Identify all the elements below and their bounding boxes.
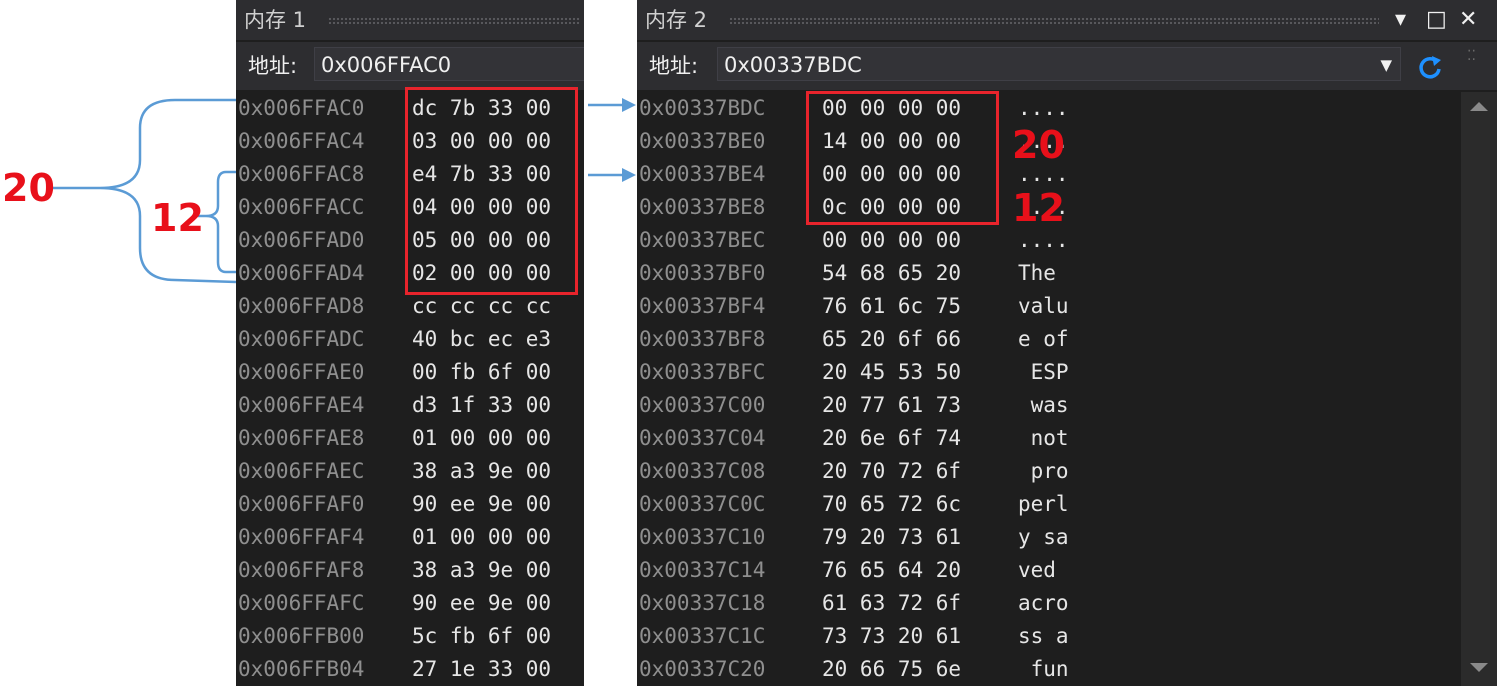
label-right-top: 20 — [1012, 123, 1065, 167]
label-left-outer: 20 — [2, 166, 55, 210]
arrow-1-head — [622, 98, 636, 112]
label-right-bottom: 12 — [1012, 186, 1065, 230]
annotation-overlay — [47, 98, 636, 284]
arrow-2-head — [622, 168, 636, 182]
outer-brace — [99, 98, 237, 284]
inner-brace — [205, 170, 236, 274]
label-left-inner: 12 — [151, 196, 204, 240]
